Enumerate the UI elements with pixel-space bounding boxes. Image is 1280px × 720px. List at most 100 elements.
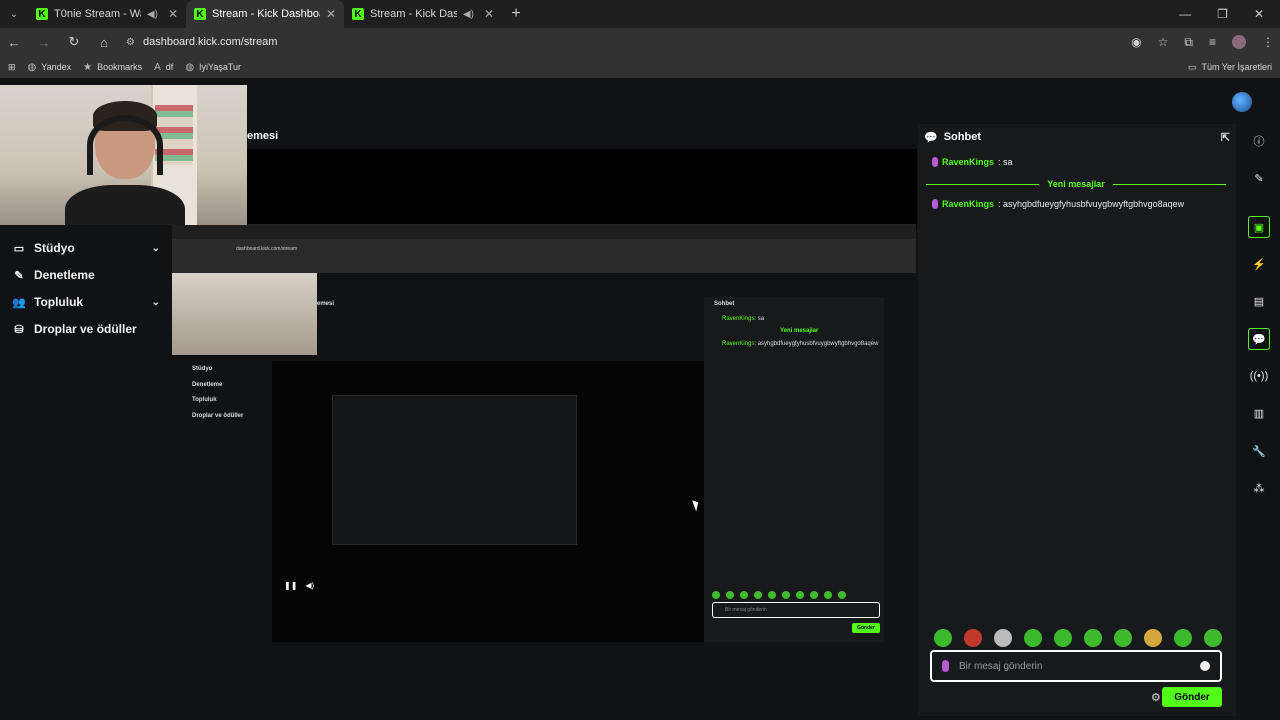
document-icon[interactable]: ▤: [1248, 290, 1270, 312]
emote-icon: [754, 591, 762, 599]
chat-panel: 💬 Sohbet ⇱ RavenKings: sa Yeni mesajlar …: [918, 124, 1236, 716]
tab-bar: ⌄ K T0nie Stream - Watch Live o ◀) ✕ K S…: [0, 0, 1280, 28]
emote-icon[interactable]: [964, 629, 982, 647]
microphone-icon: [942, 660, 949, 672]
emote-icon: [810, 591, 818, 599]
sidebar-item-label: Topluluk: [34, 295, 84, 309]
chevron-down-icon[interactable]: ⌄: [152, 243, 160, 254]
url-field[interactable]: ⚙ dashboard.kick.com/stream: [126, 36, 1117, 48]
browser-tab-3[interactable]: K Stream - Kick Dashboard ◀) ✕: [344, 0, 502, 28]
chat-message: RavenKings: sa: [932, 157, 1013, 167]
minimize-icon[interactable]: —: [1179, 7, 1191, 21]
chat-input-box[interactable]: [930, 650, 1222, 682]
all-bookmarks[interactable]: ▭ Tüm Yer İşaretleri: [1188, 62, 1272, 73]
preview-player-controls: ❚❚ ◀): [284, 581, 314, 590]
chat-username[interactable]: RavenKings: [942, 157, 994, 167]
emote-icon[interactable]: [1174, 629, 1192, 647]
home-icon[interactable]: ⌂: [96, 35, 112, 50]
bookmark-label: Bookmarks: [97, 62, 143, 72]
emote-icon: [782, 591, 790, 599]
tab-title: T0nie Stream - Watch Live o: [54, 8, 141, 20]
chat-input[interactable]: [959, 660, 1190, 672]
restore-icon[interactable]: ❐: [1217, 7, 1228, 21]
extensions-icon[interactable]: ⧉: [1184, 35, 1193, 50]
new-tab-button[interactable]: +: [502, 5, 530, 23]
sidebar-item-moderation[interactable]: ✎ Denetleme: [12, 268, 160, 282]
bookmark-item[interactable]: ◍ Yandex: [28, 62, 72, 73]
forward-icon[interactable]: →: [36, 35, 52, 50]
people-icon: 👥: [12, 296, 26, 309]
emote-icon[interactable]: [934, 629, 952, 647]
close-tab-icon[interactable]: ✕: [326, 7, 336, 21]
stream-preview[interactable]: dashboard.kick.com/stream emesi Stüdyo D…: [172, 224, 916, 642]
audio-icon[interactable]: ◀): [147, 9, 158, 20]
community-icon[interactable]: ⁂: [1248, 477, 1270, 499]
apps-icon[interactable]: ⊞: [8, 62, 16, 73]
wrench-icon[interactable]: 🔧: [1248, 440, 1270, 462]
preview-browser-chrome: dashboard.kick.com/stream: [172, 225, 916, 273]
url-text: dashboard.kick.com/stream: [142, 36, 278, 48]
microphone-badge-icon: [932, 199, 938, 209]
emote-icon[interactable]: [1054, 629, 1072, 647]
edit-icon[interactable]: ✎: [1248, 167, 1270, 189]
bookmark-item[interactable]: ◍ IyiYaşaTur: [185, 62, 241, 73]
emote-icon[interactable]: [994, 629, 1012, 647]
right-rail: ⓘ ✎ ▣ ⚡ ▤ 💬 ((•)) ▥ 🔧 ⁂: [1240, 124, 1278, 716]
studio-icon: ▭: [13, 242, 25, 255]
emote-icon[interactable]: [1024, 629, 1042, 647]
chat-text: : asyhgbdfueygfyhusbfvuygbwyftgbhvgo8aqe…: [998, 199, 1185, 209]
popout-icon[interactable]: ⇱: [1221, 131, 1230, 144]
close-tab-icon[interactable]: ✕: [484, 7, 494, 21]
screen-icon[interactable]: ▣: [1248, 216, 1270, 238]
stream-area: [247, 149, 917, 229]
chat-icon[interactable]: 💬: [1248, 328, 1270, 350]
chat-username[interactable]: RavenKings: [942, 199, 994, 209]
tab-title: Stream - Kick Dashboard: [370, 8, 457, 20]
emote-icon[interactable]: [1204, 629, 1222, 647]
emote-bar: [934, 629, 1222, 647]
profile-avatar[interactable]: [1232, 35, 1246, 49]
emote-icon[interactable]: [1114, 629, 1132, 647]
storage-icon[interactable]: ▥: [1248, 402, 1270, 424]
back-icon[interactable]: ←: [6, 35, 22, 50]
emote-icon[interactable]: [1084, 629, 1102, 647]
gear-icon[interactable]: ⚙: [1151, 691, 1161, 704]
bookmark-item[interactable]: ★ Bookmarks: [83, 62, 142, 73]
pause-icon[interactable]: ❚❚: [284, 581, 297, 590]
info-icon[interactable]: ⓘ: [1248, 130, 1270, 152]
site-info-icon[interactable]: ⚙: [126, 37, 135, 48]
tab-title: Stream - Kick Dashboard: [212, 8, 320, 20]
emote-icon: [796, 591, 804, 599]
chevron-down-icon[interactable]: ⌄: [152, 297, 160, 308]
browser-tab-1[interactable]: K T0nie Stream - Watch Live o ◀) ✕: [28, 0, 186, 28]
user-avatar[interactable]: [1232, 92, 1252, 112]
bookmark-item[interactable]: Adf: [154, 62, 173, 73]
preview-recursive-frame: [332, 395, 577, 545]
reload-icon[interactable]: ↻: [66, 34, 82, 50]
bookmark-label: IyiYaşaTur: [199, 62, 242, 72]
browser-tab-2[interactable]: K Stream - Kick Dashboard ✕: [186, 0, 344, 28]
sidebar-item-drops[interactable]: ⛁ Droplar ve ödüller: [12, 322, 160, 336]
menu-icon[interactable]: ⋮: [1262, 35, 1274, 49]
kick-favicon-icon: K: [194, 8, 206, 20]
emoji-picker-icon[interactable]: [1200, 661, 1210, 671]
lightning-icon[interactable]: ⚡: [1248, 253, 1270, 275]
sidebar-item-studio[interactable]: ▭ Stüdyo ⌄: [12, 241, 160, 255]
webcam-feed: [0, 85, 247, 225]
chat-header: 💬 Sohbet ⇱: [918, 124, 1236, 150]
send-button[interactable]: Gönder: [1162, 687, 1222, 707]
audio-icon[interactable]: ◀): [463, 9, 474, 20]
bookmark-star-icon[interactable]: ☆: [1158, 35, 1169, 49]
preview-message: RavenKings: sa: [722, 316, 765, 322]
volume-icon[interactable]: ◀): [305, 581, 314, 590]
media-icon[interactable]: ≡: [1209, 35, 1216, 49]
sidebar-item-label: Denetleme: [34, 268, 95, 282]
tab-search-icon[interactable]: ⌄: [0, 0, 28, 28]
preview-side-item: Stüdyo: [192, 366, 213, 372]
close-tab-icon[interactable]: ✕: [168, 7, 178, 21]
emote-icon[interactable]: [1144, 629, 1162, 647]
eye-off-icon[interactable]: ◉: [1131, 35, 1141, 49]
sidebar-item-community[interactable]: 👥 Topluluk ⌄: [12, 295, 160, 309]
close-window-icon[interactable]: ✕: [1254, 7, 1264, 21]
broadcast-icon[interactable]: ((•)): [1248, 365, 1270, 387]
